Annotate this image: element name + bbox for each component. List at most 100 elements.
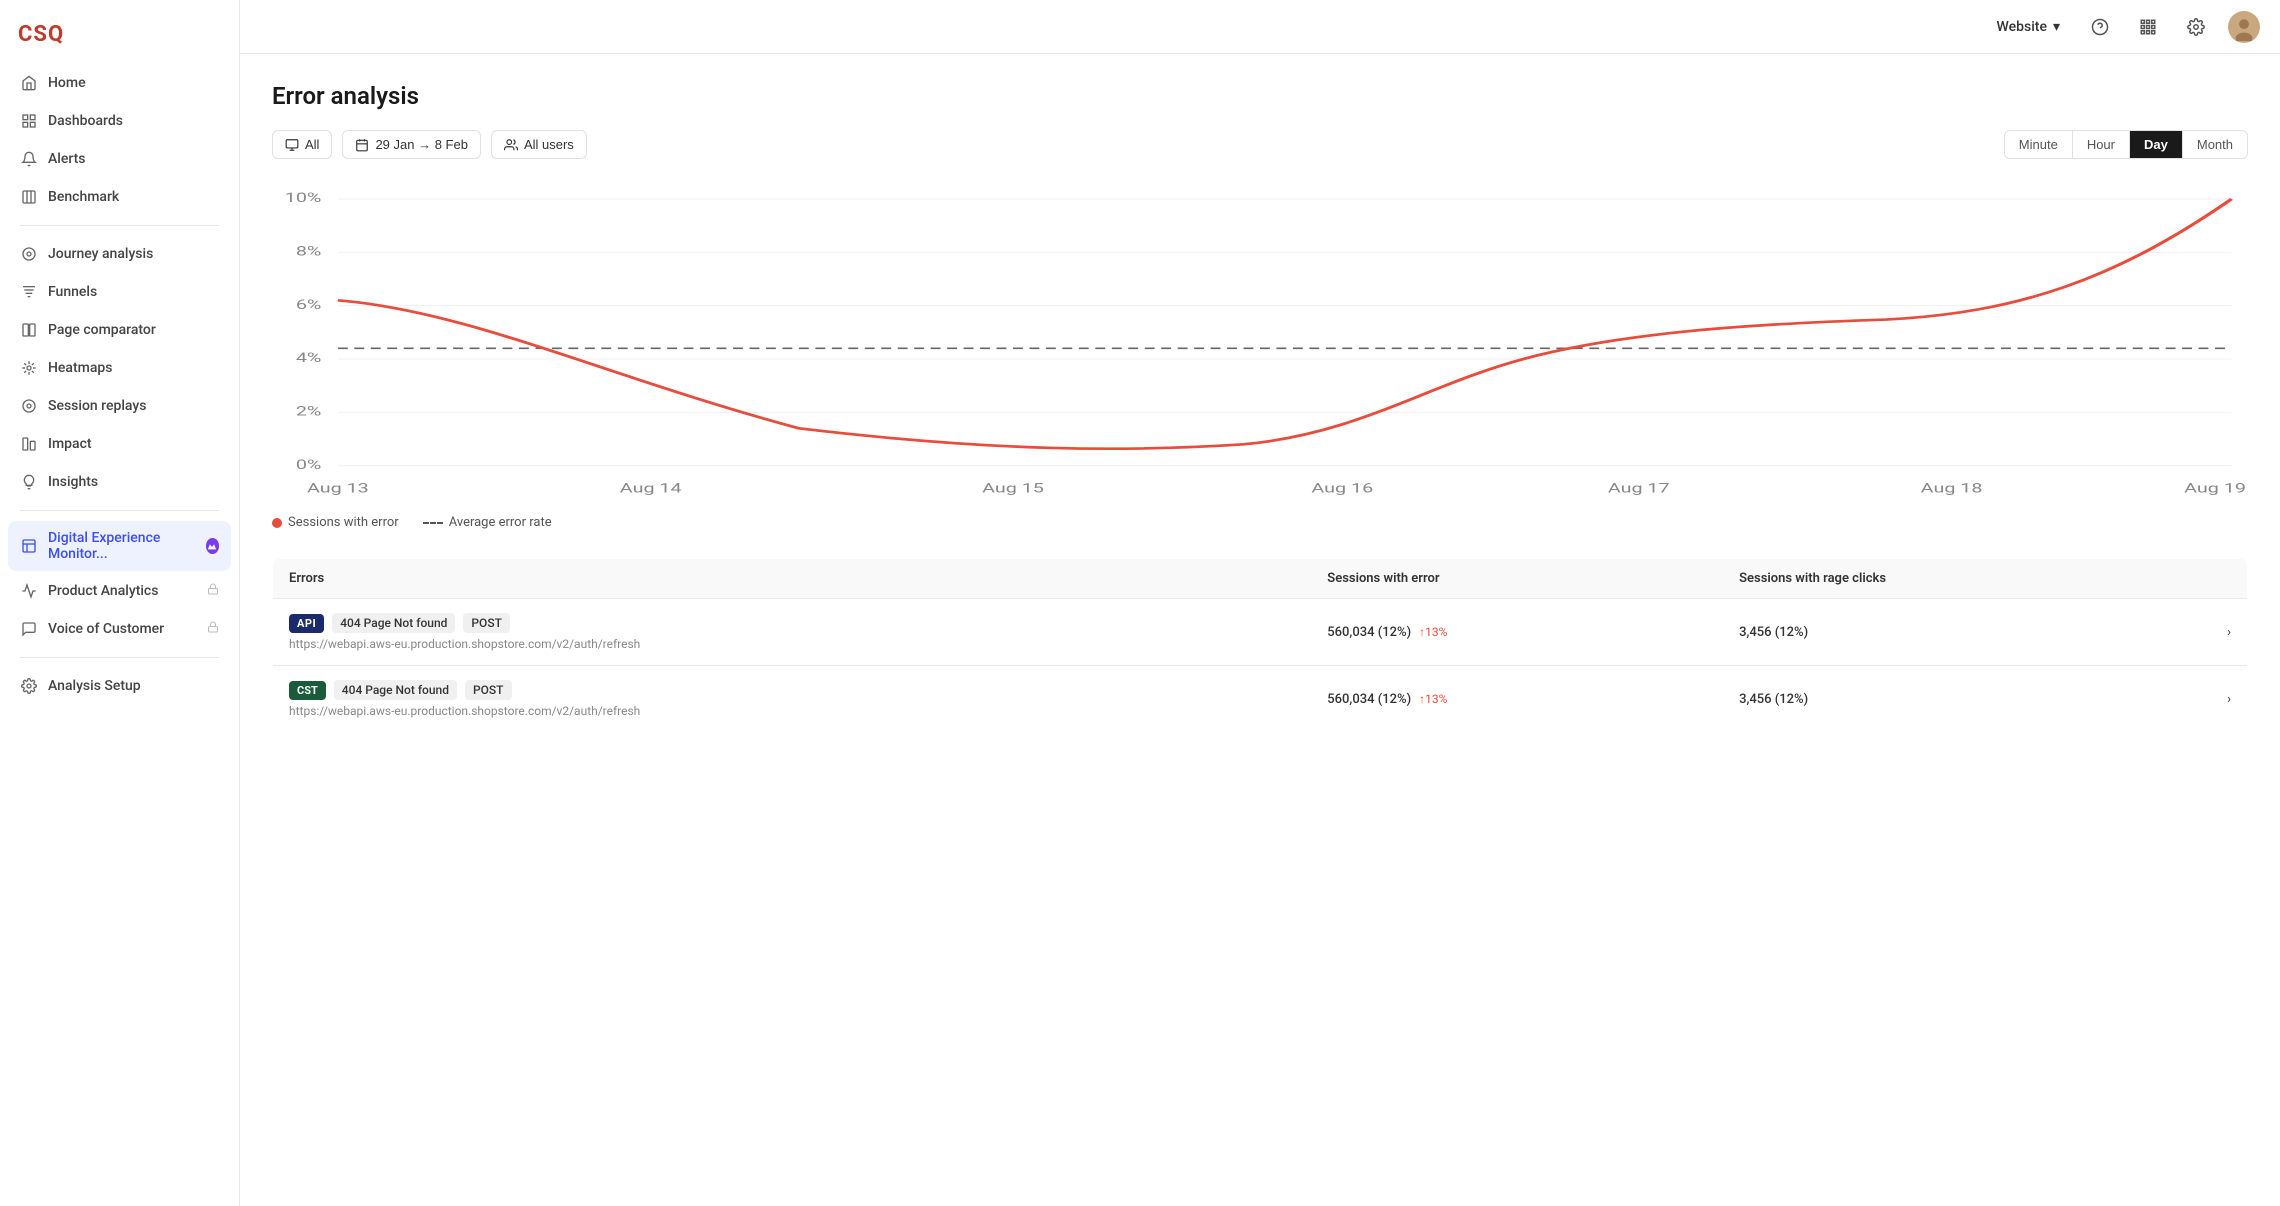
sidebar-item-label: Product Analytics [48,583,158,599]
sidebar-item-product-analytics[interactable]: Product Analytics [8,573,231,609]
sidebar-item-digital-experience[interactable]: Digital Experience Monitor... [8,521,231,571]
all-filter-button[interactable]: All [272,130,332,159]
calendar-icon [355,138,369,152]
sidebar-item-label: Journey analysis [48,246,153,262]
svg-text:Aug 15: Aug 15 [982,482,1044,497]
sidebar-item-alerts[interactable]: Alerts [8,141,231,177]
table-row[interactable]: CST 404 Page Not found POST https://weba… [273,666,2248,733]
col-errors: Errors [273,559,1312,599]
website-selector[interactable]: Website ▾ [1989,15,2068,39]
month-button[interactable]: Month [2183,131,2247,158]
help-button[interactable] [2084,11,2116,43]
nav-divider-3 [20,657,219,658]
table-header: Errors Sessions with error Sessions with… [273,559,2248,599]
sidebar-item-funnels[interactable]: Funnels [8,274,231,310]
benchmark-icon [20,188,38,206]
sidebar-item-benchmark[interactable]: Benchmark [8,179,231,215]
nav-divider-2 [20,510,219,511]
sidebar-item-page-comparator[interactable]: Page comparator [8,312,231,348]
legend-dash-gray [423,522,443,524]
row-chevron-2[interactable]: › [2208,666,2248,733]
svg-text:0%: 0% [296,458,322,473]
page-comparator-icon [20,321,38,339]
badge-method-1: POST [463,613,510,633]
badge-api-1: API [289,614,324,633]
settings-button[interactable] [2180,11,2212,43]
svg-text:Aug 16: Aug 16 [1311,482,1373,497]
alerts-icon [20,150,38,168]
app-logo: CSQ [18,22,64,47]
sidebar-item-label: Page comparator [48,322,156,338]
row-chevron-1[interactable]: › [2208,599,2248,666]
sidebar-item-impact[interactable]: Impact [8,426,231,462]
avatar[interactable] [2228,11,2260,43]
analysis-setup-icon [20,677,38,695]
sidebar-item-label: Dashboards [48,113,123,129]
dashboards-icon [20,112,38,130]
main-area: Website ▾ Error analysis All [240,0,2280,1206]
topbar: Website ▾ [240,0,2280,54]
time-buttons-group: Minute Hour Day Month [2004,130,2248,159]
sidebar-item-journey-analysis[interactable]: Journey analysis [8,236,231,272]
lock-icon-voice [207,621,219,637]
product-analytics-icon [20,582,38,600]
sidebar-item-label: Funnels [48,284,97,300]
svg-text:Aug 14: Aug 14 [620,482,682,497]
home-icon [20,74,38,92]
svg-text:Aug 18: Aug 18 [1921,482,1983,497]
day-button[interactable]: Day [2130,131,2183,158]
svg-text:8%: 8% [296,245,322,260]
table-row[interactable]: API 404 Page Not found POST https://weba… [273,599,2248,666]
sidebar-item-label: Session replays [48,398,146,414]
hour-button[interactable]: Hour [2073,131,2130,158]
sidebar-navigation: Home Dashboards Alerts Benchmark Journe [0,65,239,704]
chart-legend: Sessions with error Average error rate [272,515,2248,530]
error-cell-2: CST 404 Page Not found POST https://weba… [273,666,1312,733]
svg-text:Aug 19: Aug 19 [2184,482,2246,497]
sidebar-item-label: Impact [48,436,92,452]
svg-text:10%: 10% [285,191,322,206]
minute-button[interactable]: Minute [2005,131,2073,158]
sessions-value-1: 560,034 (12%) [1327,625,1411,640]
sidebar: CSQ Home Dashboards Alerts Benchmark [0,0,240,1206]
svg-text:4%: 4% [296,351,322,366]
funnels-icon [20,283,38,301]
logo-area: CSQ [0,12,239,65]
sidebar-item-analysis-setup[interactable]: Analysis Setup [8,668,231,704]
col-sessions-error: Sessions with error [1311,559,1723,599]
badge-error-type-1: 404 Page Not found [332,613,455,633]
date-range-button[interactable]: 29 Jan → 8 Feb [342,130,481,159]
sessions-cell-1: 560,034 (12%) ↑13% [1311,599,1723,666]
sidebar-item-home[interactable]: Home [8,65,231,101]
svg-text:2%: 2% [296,405,322,420]
crown-badge [206,538,219,554]
digital-experience-icon [20,537,38,555]
badge-cst-2: CST [289,681,326,700]
chart-svg: 10% 8% 6% 4% 2% 0% Aug 13 [272,183,2248,503]
col-action [2208,559,2248,599]
insights-icon [20,473,38,491]
sidebar-item-insights[interactable]: Insights [8,464,231,500]
nav-divider-1 [20,225,219,226]
apps-grid-button[interactable] [2132,11,2164,43]
error-url-2: https://webapi.aws-eu.production.shopsto… [289,704,1295,718]
errors-table: Errors Sessions with error Sessions with… [272,558,2248,733]
badge-method-2: POST [465,680,512,700]
users-filter-button[interactable]: All users [491,130,587,159]
sidebar-item-session-replays[interactable]: Session replays [8,388,231,424]
sidebar-item-voice-of-customer[interactable]: Voice of Customer [8,611,231,647]
sidebar-item-label: Insights [48,474,98,490]
sidebar-item-label: Benchmark [48,189,119,205]
filters-bar: All 29 Jan → 8 Feb All users Minute Hour… [272,130,2248,159]
sidebar-item-dashboards[interactable]: Dashboards [8,103,231,139]
error-cell-1: API 404 Page Not found POST https://weba… [273,599,1312,666]
voice-icon [20,620,38,638]
sidebar-item-label: Home [48,75,86,91]
table-body: API 404 Page Not found POST https://weba… [273,599,2248,733]
svg-text:Aug 13: Aug 13 [307,482,369,497]
sessions-value-2: 560,034 (12%) [1327,692,1411,707]
svg-text:Aug 17: Aug 17 [1608,482,1670,497]
legend-dot-red [272,518,282,528]
sidebar-item-label: Digital Experience Monitor... [48,530,196,562]
sidebar-item-heatmaps[interactable]: Heatmaps [8,350,231,386]
